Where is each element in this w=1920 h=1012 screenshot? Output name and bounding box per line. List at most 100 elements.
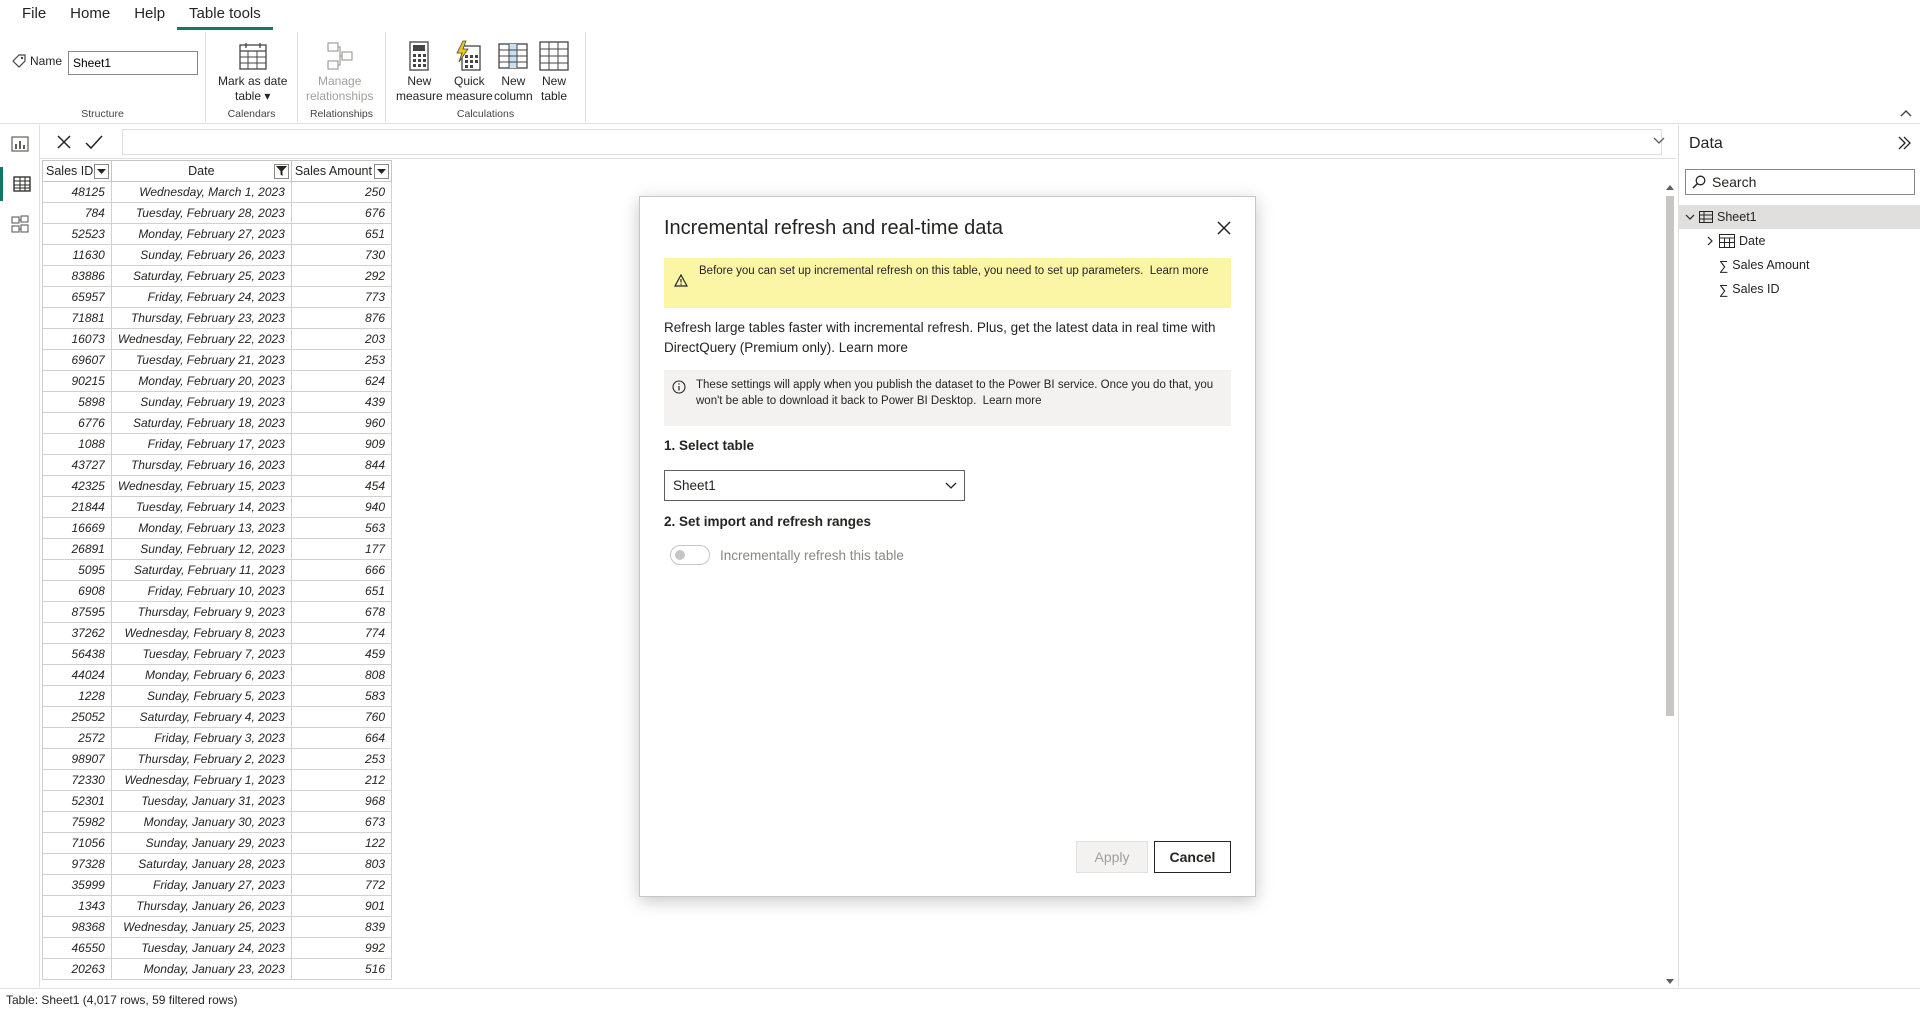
cell-sales-id[interactable]: 2572 bbox=[42, 727, 112, 749]
cell-sales-id[interactable]: 42325 bbox=[42, 475, 112, 497]
tree-node-sales-amount[interactable]: ∑ Sales Amount bbox=[1679, 253, 1920, 277]
cell-sales-amount[interactable]: 992 bbox=[290, 937, 393, 959]
cell-sales-id[interactable]: 65957 bbox=[42, 286, 112, 308]
mark-as-date-table-button[interactable]: Mark as date table ▾ bbox=[218, 40, 287, 104]
cell-sales-amount[interactable]: 730 bbox=[290, 244, 393, 266]
cell-sales-id[interactable]: 25052 bbox=[42, 706, 112, 728]
cell-sales-id[interactable]: 52301 bbox=[42, 790, 112, 812]
cell-sales-amount[interactable]: 901 bbox=[290, 895, 393, 917]
report-view-button[interactable] bbox=[0, 127, 40, 161]
cell-sales-amount[interactable]: 253 bbox=[290, 748, 393, 770]
cell-sales-amount[interactable]: 459 bbox=[290, 643, 393, 665]
cell-sales-id[interactable]: 69607 bbox=[42, 349, 112, 371]
cell-sales-id[interactable]: 5095 bbox=[42, 559, 112, 581]
cell-sales-amount[interactable]: 676 bbox=[290, 202, 393, 224]
menu-file[interactable]: File bbox=[10, 0, 58, 30]
cell-date[interactable]: Monday, February 27, 2023 bbox=[110, 223, 292, 245]
name-input[interactable] bbox=[68, 51, 198, 75]
cell-sales-amount[interactable]: 212 bbox=[290, 769, 393, 791]
cell-sales-id[interactable]: 1343 bbox=[42, 895, 112, 917]
menu-help[interactable]: Help bbox=[122, 0, 177, 30]
warning-learn-more-link[interactable]: Learn more bbox=[1150, 265, 1209, 277]
cell-sales-amount[interactable]: 583 bbox=[290, 685, 393, 707]
cell-sales-amount[interactable]: 772 bbox=[290, 874, 393, 896]
cell-date[interactable]: Sunday, February 5, 2023 bbox=[110, 685, 292, 707]
cell-sales-id[interactable]: 6908 bbox=[42, 580, 112, 602]
cell-date[interactable]: Friday, February 3, 2023 bbox=[110, 727, 292, 749]
cell-sales-amount[interactable]: 909 bbox=[290, 433, 393, 455]
cell-sales-amount[interactable]: 673 bbox=[290, 811, 393, 833]
cell-sales-amount[interactable]: 651 bbox=[290, 223, 393, 245]
filter-dropdown-sales-amount[interactable] bbox=[374, 164, 389, 179]
model-view-button[interactable] bbox=[0, 207, 40, 241]
cell-date[interactable]: Sunday, February 12, 2023 bbox=[110, 538, 292, 560]
filter-dropdown-sales-id[interactable] bbox=[93, 164, 109, 179]
cell-sales-id[interactable]: 71056 bbox=[42, 832, 112, 854]
cell-sales-amount[interactable]: 624 bbox=[290, 370, 393, 392]
cell-sales-amount[interactable]: 968 bbox=[290, 790, 393, 812]
collapse-ribbon-icon[interactable] bbox=[1900, 108, 1912, 118]
menu-table-tools[interactable]: Table tools bbox=[177, 0, 273, 30]
cancel-button[interactable]: Cancel bbox=[1154, 841, 1231, 873]
cell-sales-id[interactable]: 16073 bbox=[42, 328, 112, 350]
cell-date[interactable]: Tuesday, January 24, 2023 bbox=[110, 937, 292, 959]
cell-date[interactable]: Wednesday, February 22, 2023 bbox=[110, 328, 292, 350]
cell-date[interactable]: Tuesday, February 7, 2023 bbox=[110, 643, 292, 665]
incremental-refresh-toggle[interactable] bbox=[670, 545, 710, 565]
cell-sales-id[interactable]: 83886 bbox=[42, 265, 112, 287]
cell-sales-id[interactable]: 44024 bbox=[42, 664, 112, 686]
tree-node-date[interactable]: Date bbox=[1679, 229, 1920, 253]
cell-sales-amount[interactable]: 808 bbox=[290, 664, 393, 686]
cell-date[interactable]: Monday, February 6, 2023 bbox=[110, 664, 292, 686]
filter-dropdown-date[interactable] bbox=[273, 164, 289, 179]
cell-date[interactable]: Wednesday, January 25, 2023 bbox=[110, 916, 292, 938]
cell-sales-amount[interactable]: 678 bbox=[290, 601, 393, 623]
cell-sales-id[interactable]: 21844 bbox=[42, 496, 112, 518]
cell-sales-id[interactable]: 46550 bbox=[42, 937, 112, 959]
cell-sales-amount[interactable]: 454 bbox=[290, 475, 393, 497]
cell-date[interactable]: Monday, January 23, 2023 bbox=[110, 958, 292, 980]
cell-sales-amount[interactable]: 803 bbox=[290, 853, 393, 875]
chevron-right-icon[interactable] bbox=[1705, 236, 1715, 246]
cancel-formula-button[interactable] bbox=[52, 131, 76, 153]
tree-node-sales-id[interactable]: ∑ Sales ID bbox=[1679, 277, 1920, 301]
vertical-scrollbar[interactable] bbox=[1664, 182, 1676, 987]
cell-sales-amount[interactable]: 292 bbox=[290, 265, 393, 287]
manage-relationships-button[interactable]: Manage relationships bbox=[306, 40, 373, 104]
cell-date[interactable]: Monday, January 30, 2023 bbox=[110, 811, 292, 833]
info-learn-more-link[interactable]: Learn more bbox=[983, 395, 1042, 407]
menu-home[interactable]: Home bbox=[58, 0, 122, 30]
cell-sales-amount[interactable]: 439 bbox=[290, 391, 393, 413]
cell-date[interactable]: Monday, February 13, 2023 bbox=[110, 517, 292, 539]
cell-sales-id[interactable]: 20263 bbox=[42, 958, 112, 980]
cell-date[interactable]: Tuesday, February 21, 2023 bbox=[110, 349, 292, 371]
chevron-down-icon[interactable] bbox=[1685, 212, 1695, 222]
close-icon[interactable] bbox=[1215, 219, 1233, 237]
cell-sales-amount[interactable]: 664 bbox=[290, 727, 393, 749]
cell-date[interactable]: Friday, February 17, 2023 bbox=[110, 433, 292, 455]
cell-sales-amount[interactable]: 666 bbox=[290, 559, 393, 581]
cell-sales-amount[interactable]: 940 bbox=[290, 496, 393, 518]
cell-date[interactable]: Tuesday, February 14, 2023 bbox=[110, 496, 292, 518]
collapse-pane-icon[interactable] bbox=[1896, 135, 1912, 151]
cell-date[interactable]: Sunday, February 19, 2023 bbox=[110, 391, 292, 413]
cell-date[interactable]: Wednesday, March 1, 2023 bbox=[110, 181, 292, 203]
cell-date[interactable]: Wednesday, February 8, 2023 bbox=[110, 622, 292, 644]
cell-sales-amount[interactable]: 774 bbox=[290, 622, 393, 644]
cell-sales-amount[interactable]: 203 bbox=[290, 328, 393, 350]
cell-date[interactable]: Thursday, January 26, 2023 bbox=[110, 895, 292, 917]
cell-sales-amount[interactable]: 773 bbox=[290, 286, 393, 308]
cell-sales-amount[interactable]: 960 bbox=[290, 412, 393, 434]
cell-sales-amount[interactable]: 122 bbox=[290, 832, 393, 854]
cell-sales-id[interactable]: 87595 bbox=[42, 601, 112, 623]
cell-date[interactable]: Friday, February 10, 2023 bbox=[110, 580, 292, 602]
cell-date[interactable]: Friday, January 27, 2023 bbox=[110, 874, 292, 896]
cell-sales-id[interactable]: 1228 bbox=[42, 685, 112, 707]
cell-date[interactable]: Monday, February 20, 2023 bbox=[110, 370, 292, 392]
cell-date[interactable]: Thursday, February 23, 2023 bbox=[110, 307, 292, 329]
cell-sales-amount[interactable]: 844 bbox=[290, 454, 393, 476]
scroll-down-icon[interactable] bbox=[1666, 979, 1674, 985]
formula-input[interactable] bbox=[122, 129, 1662, 155]
cell-sales-amount[interactable]: 563 bbox=[290, 517, 393, 539]
cell-sales-id[interactable]: 52523 bbox=[42, 223, 112, 245]
